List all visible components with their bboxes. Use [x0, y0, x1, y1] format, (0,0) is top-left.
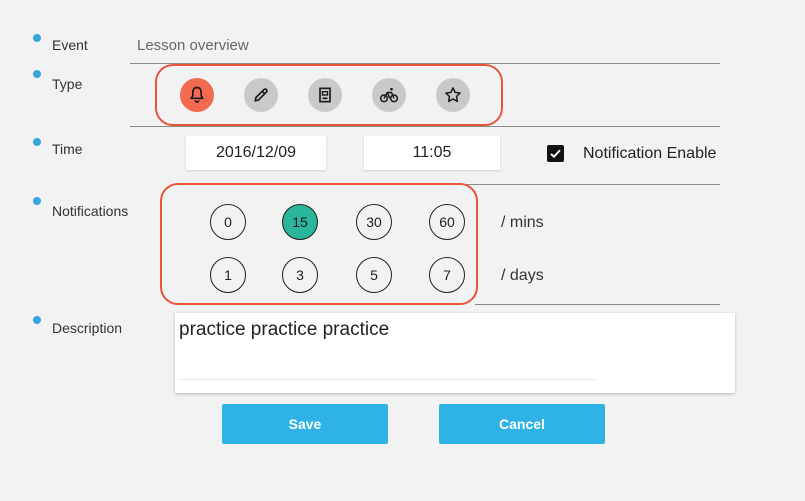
mins-option-15[interactable]: 15: [282, 204, 318, 240]
days-unit: / days: [501, 267, 544, 284]
type-underline: [130, 126, 720, 127]
type-label: Type: [52, 76, 83, 92]
type-option-book[interactable]: [308, 78, 342, 112]
notifications-highlight-frame: [160, 183, 478, 305]
notifications-label: Notifications: [52, 203, 129, 219]
date-field[interactable]: 2016/12/09: [186, 136, 326, 170]
description-bullet: [33, 316, 41, 324]
event-form: Event Lesson overview Type Time 2016/12/…: [0, 0, 805, 501]
type-option-bell[interactable]: [180, 78, 214, 112]
notifications-underline: [475, 304, 720, 305]
type-option-pencil[interactable]: [244, 78, 278, 112]
days-option-1[interactable]: 1: [210, 257, 246, 293]
event-label: Event: [52, 37, 88, 53]
type-option-star[interactable]: [436, 78, 470, 112]
notifications-bullet: [33, 197, 41, 205]
notification-enable-checkbox[interactable]: [547, 145, 564, 162]
mins-option-60[interactable]: 60: [429, 204, 465, 240]
pencil-icon: [254, 88, 268, 102]
type-bullet: [33, 70, 41, 78]
description-textarea[interactable]: practice practice practice: [175, 313, 735, 393]
save-button[interactable]: Save: [222, 404, 388, 444]
checkmark-icon: [550, 149, 561, 158]
time-label: Time: [52, 141, 83, 157]
description-text-line: [179, 379, 595, 380]
notification-enable-label: Notification Enable: [583, 145, 717, 162]
description-text: practice practice practice: [179, 319, 390, 340]
time-field[interactable]: 11:05: [364, 136, 500, 170]
days-option-3[interactable]: 3: [282, 257, 318, 293]
description-label: Description: [52, 320, 123, 336]
days-option-5[interactable]: 5: [356, 257, 392, 293]
mins-option-0[interactable]: 0: [210, 204, 246, 240]
days-option-7[interactable]: 7: [429, 257, 465, 293]
type-option-bicycle[interactable]: [372, 78, 406, 112]
event-input[interactable]: Lesson overview: [137, 37, 249, 54]
bell-icon: [190, 86, 204, 103]
bicycle-icon: [379, 87, 399, 103]
mins-option-30[interactable]: 30: [356, 204, 392, 240]
event-bullet: [33, 34, 41, 42]
mins-unit: / mins: [501, 214, 544, 231]
star-icon: [445, 87, 461, 103]
cancel-button[interactable]: Cancel: [439, 404, 605, 444]
book-icon: [319, 87, 331, 103]
time-bullet: [33, 138, 41, 146]
